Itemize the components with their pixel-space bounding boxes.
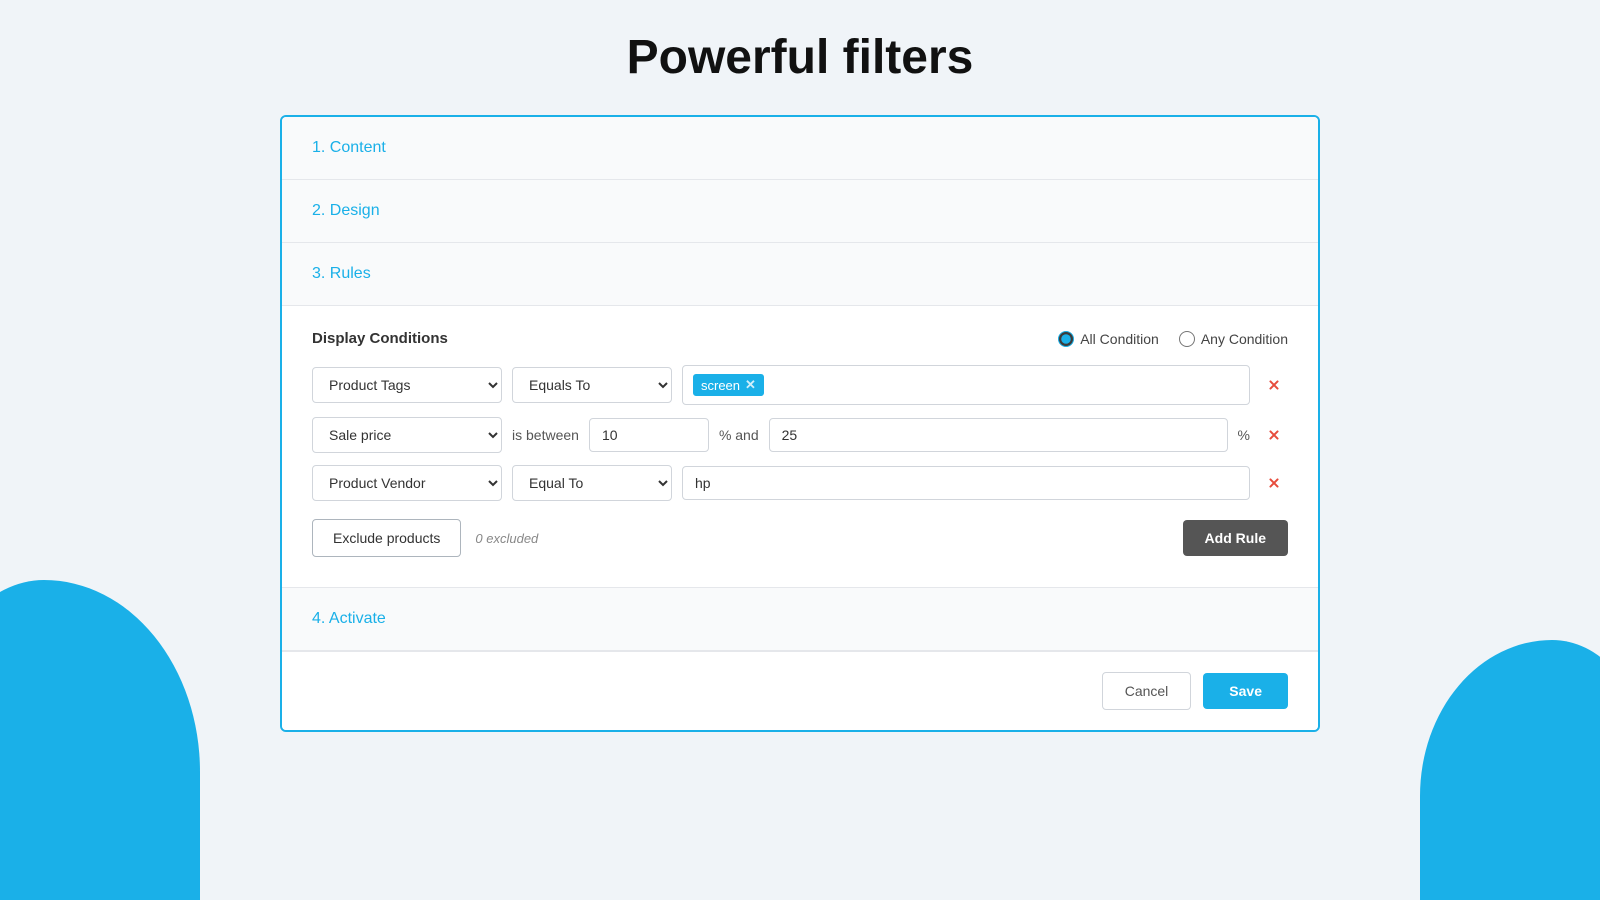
- all-condition-label: All Condition: [1080, 331, 1159, 347]
- all-condition-radio[interactable]: [1058, 331, 1074, 347]
- add-rule-button[interactable]: Add Rule: [1183, 520, 1288, 556]
- rule1-delete-button[interactable]: [1260, 373, 1288, 397]
- bottom-left: Exclude products 0 excluded: [312, 519, 538, 557]
- any-condition-label: Any Condition: [1201, 331, 1288, 347]
- rule3-condition-select[interactable]: Equal To Not Equal To Contains: [512, 465, 672, 501]
- rule2-type-select[interactable]: Sale price Product Tags Product Vendor: [312, 417, 502, 453]
- rules-section: Display Conditions All Condition Any Con…: [282, 306, 1318, 588]
- rule1-condition-select[interactable]: Equals To Not Equals To Contains: [512, 367, 672, 403]
- cancel-button[interactable]: Cancel: [1102, 672, 1192, 710]
- section-rules-link[interactable]: 3. Rules: [312, 265, 371, 282]
- section-content-link[interactable]: 1. Content: [312, 139, 386, 156]
- conditions-header: Display Conditions All Condition Any Con…: [312, 330, 1288, 347]
- bg-shape-left: [0, 580, 200, 900]
- display-conditions-label: Display Conditions: [312, 330, 448, 347]
- rule3-delete-button[interactable]: [1260, 471, 1288, 495]
- rule2-min-input[interactable]: [589, 418, 709, 452]
- rule2-delete-button[interactable]: [1260, 423, 1288, 447]
- rule1-tag-chip-close[interactable]: ✕: [745, 377, 756, 393]
- rule1-delete-icon: [1266, 377, 1282, 393]
- rule2-delete-icon: [1266, 427, 1282, 443]
- rule-row-1: Product Tags Sale price Product Vendor E…: [312, 365, 1288, 405]
- any-condition-radio[interactable]: [1179, 331, 1195, 347]
- bg-shape-right: [1420, 640, 1600, 900]
- rule1-tag-value: screen: [701, 378, 740, 393]
- rule3-delete-icon: [1266, 475, 1282, 491]
- section-design-link[interactable]: 2. Design: [312, 202, 380, 219]
- rule2-max-input[interactable]: [769, 418, 1228, 452]
- rule1-type-select[interactable]: Product Tags Sale price Product Vendor: [312, 367, 502, 403]
- section-activate-link[interactable]: 4. Activate: [312, 610, 386, 627]
- rule-row-2: Sale price Product Tags Product Vendor i…: [312, 417, 1288, 453]
- section-rules: 3. Rules: [282, 243, 1318, 306]
- excluded-count-label: 0 excluded: [475, 531, 538, 546]
- condition-radio-group: All Condition Any Condition: [1058, 331, 1288, 347]
- any-condition-option[interactable]: Any Condition: [1179, 331, 1288, 347]
- all-condition-option[interactable]: All Condition: [1058, 331, 1159, 347]
- exclude-products-button[interactable]: Exclude products: [312, 519, 461, 557]
- rule3-type-select[interactable]: Product Vendor Product Tags Sale price: [312, 465, 502, 501]
- rule1-tag-chip: screen ✕: [693, 374, 764, 396]
- rule1-tag-input-area[interactable]: screen ✕: [682, 365, 1250, 405]
- rule-row-3: Product Vendor Product Tags Sale price E…: [312, 465, 1288, 501]
- page-title: Powerful filters: [280, 30, 1320, 85]
- rule3-value-input[interactable]: [682, 466, 1250, 500]
- section-activate: 4. Activate: [282, 588, 1318, 651]
- section-content: 1. Content: [282, 117, 1318, 180]
- section-design: 2. Design: [282, 180, 1318, 243]
- rule2-and-label: % and: [719, 427, 759, 443]
- bottom-actions: Exclude products 0 excluded Add Rule: [312, 519, 1288, 557]
- footer-actions: Cancel Save: [282, 651, 1318, 730]
- rule2-between-label: is between: [512, 427, 579, 443]
- main-panel: 1. Content 2. Design 3. Rules Display Co…: [280, 115, 1320, 732]
- rule2-percent-label: %: [1238, 427, 1250, 443]
- save-button[interactable]: Save: [1203, 673, 1288, 709]
